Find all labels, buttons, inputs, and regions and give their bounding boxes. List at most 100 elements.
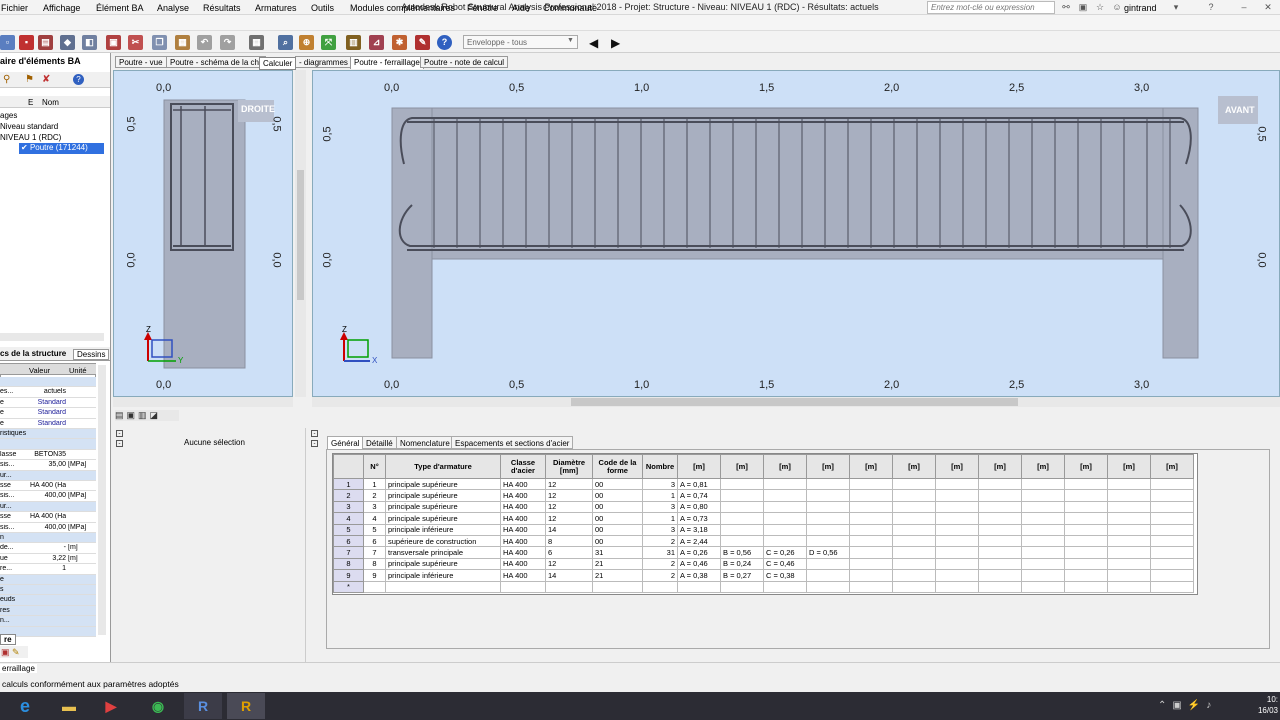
new-icon[interactable]: ▫ [0,35,15,50]
table-cell[interactable]: 8 [363,557,386,571]
copy-icon[interactable]: ❐ [152,35,167,50]
table-cell[interactable]: principale inférieure [385,523,501,536]
table-cell[interactable] [1150,477,1194,491]
filter-icon[interactable]: ⚑ [25,74,34,85]
table-cell[interactable]: principale supérieure [385,489,501,502]
table-cell[interactable]: 3 [642,523,678,536]
table-cell[interactable] [892,512,936,525]
table-cell[interactable] [720,512,764,525]
table-cell[interactable] [1107,477,1151,491]
row-number[interactable]: 7 [333,546,364,559]
row-number[interactable]: 5 [333,523,364,536]
clock-date[interactable]: 16/03 [1240,706,1278,715]
column-header[interactable]: N° [363,454,386,479]
table-row[interactable]: 9 9 principale inférieure HA 400 14 21 2 A = 0,… [333,569,1194,582]
left-view-hscrollbar[interactable] [113,397,293,407]
table-cell[interactable] [385,580,501,593]
menu-element-ba[interactable]: Élément BA [96,3,144,13]
table-cell[interactable]: 31 [592,546,643,559]
table-cell[interactable] [806,580,850,593]
zoom-window-icon[interactable]: ⊕ [299,35,314,50]
table-cell[interactable]: 3 [363,500,386,514]
revit-icon[interactable]: R [227,693,265,719]
table-cell[interactable]: HA 400 [500,546,546,559]
column-header[interactable]: Classe d'acier [500,454,546,479]
table-cell[interactable]: 2 [642,569,678,582]
table-cell[interactable] [849,523,893,536]
table-cell[interactable]: 12 [545,489,593,502]
row-number[interactable]: 8 [333,557,364,571]
table-cell[interactable] [935,546,979,559]
table-cell[interactable] [1150,569,1194,582]
table-cell[interactable]: B = 0,56 [720,546,764,559]
ie-icon[interactable]: e [6,693,44,719]
menu-resultats[interactable]: Résultats [203,3,241,13]
table-cell[interactable]: principale supérieure [385,557,501,571]
table-row[interactable]: 7 7 transversale principale HA 400 6 31 31 A = … [333,546,1194,559]
table-cell[interactable]: A = 0,73 [677,512,721,525]
table-cell[interactable]: 2 [642,557,678,571]
table-cell[interactable] [1150,534,1194,548]
robot-icon[interactable]: R [184,693,222,719]
column-header[interactable]: [m] [1107,454,1151,479]
table-cell[interactable] [1064,569,1108,582]
table-cell[interactable] [1021,546,1065,559]
cut-icon[interactable]: ✂ [128,35,143,50]
table-cell[interactable]: 6 [545,546,593,559]
user-name[interactable]: gintrand [1124,3,1157,13]
tab-detaille[interactable]: Détaillé [362,436,397,449]
menu-fenetre[interactable]: Fenêtre [467,3,498,13]
table-cell[interactable] [935,580,979,593]
table-cell[interactable]: HA 400 [500,512,546,525]
table-cell[interactable] [892,580,936,593]
column-header[interactable]: [m] [1021,454,1065,479]
table-cell[interactable] [720,489,764,502]
table-cell[interactable] [1064,546,1108,559]
table-row[interactable]: 1 1 principale supérieure HA 400 12 00 3 A = 0,… [333,477,1194,491]
table-cell[interactable] [1021,580,1065,593]
table-cell[interactable]: 4 [363,512,386,525]
menu-aide[interactable]: Aide [512,3,530,13]
table-cell[interactable] [935,557,979,571]
column-header[interactable]: [m] [677,454,721,479]
table-cell[interactable]: B = 0,24 [720,557,764,571]
table-cell[interactable]: 00 [592,477,643,491]
table-cell[interactable]: principale inférieure [385,569,501,582]
column-header[interactable]: [m] [763,454,807,479]
table-cell[interactable] [642,580,678,593]
column-header[interactable]: [m] [892,454,936,479]
table-cell[interactable] [849,546,893,559]
table-cell[interactable]: 3 [642,477,678,491]
table-cell[interactable] [806,534,850,548]
table-cell[interactable] [1064,477,1108,491]
table-cell[interactable] [978,546,1022,559]
tab-poutre-schema[interactable]: Poutre - schéma de la cha [166,56,266,68]
row-number[interactable]: 9 [333,569,364,582]
table-cell[interactable] [1064,580,1108,593]
table-cell[interactable] [1021,523,1065,536]
menu-outils[interactable]: Outils [311,3,334,13]
row-number[interactable]: 2 [333,489,364,502]
chevron-down-icon[interactable]: ▼ [567,37,574,44]
help-icon[interactable]: ? [437,35,452,50]
table-cell[interactable] [1021,534,1065,548]
table-row[interactable]: 5 5 principale inférieure HA 400 14 00 3 A = 3,… [333,523,1194,536]
table-cell[interactable] [1021,500,1065,514]
table-cell[interactable]: 12 [545,477,593,491]
print-icon[interactable]: ▤ [38,35,53,50]
table-cell[interactable] [849,534,893,548]
table-cell[interactable] [1107,580,1151,593]
table-cell[interactable] [1150,512,1194,525]
new-row[interactable]: * [333,580,1194,593]
axes-icon[interactable]: ⤧ [321,35,336,50]
table-cell[interactable] [892,489,936,502]
table-cell[interactable] [849,557,893,571]
preview-icon[interactable]: ◧ [82,35,97,50]
table-cell[interactable] [892,546,936,559]
table-cell[interactable] [806,569,850,582]
star-icon[interactable]: ☆ [1094,2,1106,13]
table-cell[interactable]: B = 0,27 [720,569,764,582]
minimize-icon[interactable]: – [1238,2,1250,13]
table-cell[interactable] [892,500,936,514]
table-cell[interactable] [1064,557,1108,571]
